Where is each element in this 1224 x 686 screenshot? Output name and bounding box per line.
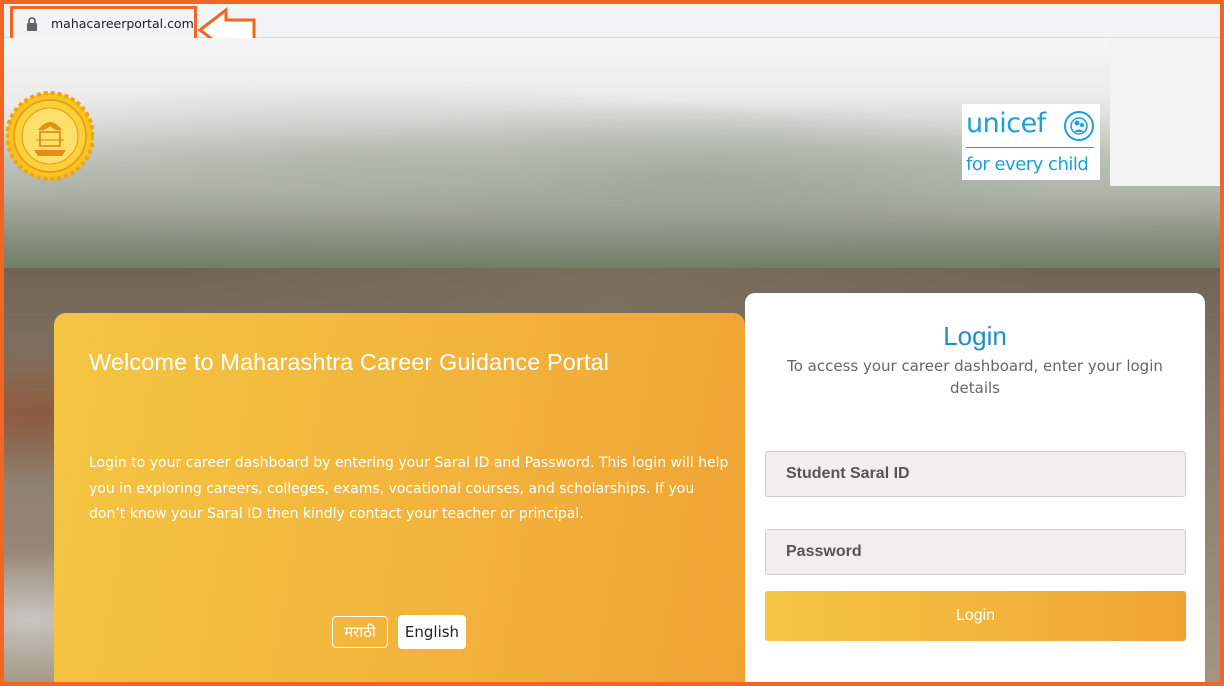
- browser-window: mahacareerportal.com unicef for every ch…: [4, 4, 1220, 682]
- lock-icon: [27, 16, 37, 31]
- welcome-panel: Welcome to Maharashtra Career Guidance P…: [54, 313, 745, 682]
- login-card: Login To access your career dashboard, e…: [745, 293, 1205, 682]
- unicef-logo: unicef for every child: [962, 104, 1100, 180]
- unicef-tagline: for every child: [966, 154, 1089, 175]
- login-subtitle: To access your career dashboard, enter y…: [787, 357, 1163, 397]
- language-marathi-button[interactable]: मराठी: [332, 616, 388, 648]
- url-text: mahacareerportal.com: [51, 16, 194, 31]
- welcome-description: Login to your career dashboard by enteri…: [89, 455, 729, 522]
- unicef-wordmark: unicef: [966, 108, 1046, 139]
- url-field[interactable]: mahacareerportal.com: [10, 6, 197, 41]
- login-button[interactable]: Login: [765, 591, 1186, 641]
- language-english-button[interactable]: English: [398, 615, 466, 649]
- unicef-emblem-icon: [1064, 111, 1094, 141]
- maharashtra-seal-logo: [6, 91, 94, 181]
- welcome-title: Welcome to Maharashtra Career Guidance P…: [89, 349, 609, 375]
- header-banner-right: [1110, 38, 1220, 186]
- unicef-divider: [966, 147, 1094, 148]
- password-input[interactable]: [765, 529, 1186, 575]
- language-switcher: मराठी English: [332, 615, 466, 649]
- login-title: Login: [943, 321, 1007, 351]
- student-saral-id-input[interactable]: [765, 451, 1186, 497]
